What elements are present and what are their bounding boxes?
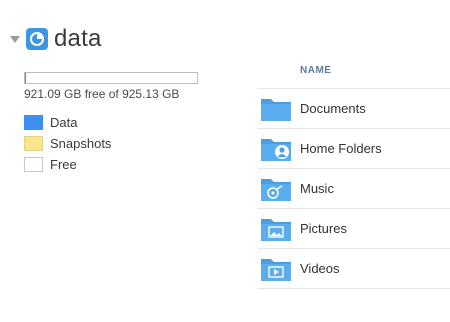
list-item-label: Pictures [300, 221, 347, 236]
music-folder-icon [261, 178, 291, 201]
legend-item-data: Data [24, 112, 111, 133]
capacity-fill-data [25, 73, 26, 83]
pictures-folder-icon [261, 218, 291, 241]
documents-folder-icon [261, 98, 291, 121]
legend-swatch-free [24, 157, 43, 172]
folder-list: NAME Documents Home Folders Music Pictur… [257, 60, 450, 289]
capacity-bar [24, 72, 198, 84]
videos-folder-icon [261, 258, 291, 281]
list-item-label: Home Folders [300, 141, 382, 156]
volume-panel: data 921.09 GB free of 925.13 GB Data Sn… [0, 0, 450, 322]
column-header-name[interactable]: NAME [257, 60, 450, 88]
list-item-videos[interactable]: Videos [257, 248, 450, 289]
list-item-label: Music [300, 181, 334, 196]
legend-label: Snapshots [50, 136, 112, 151]
list-item-documents[interactable]: Documents [257, 88, 450, 128]
legend-label: Data [50, 115, 78, 130]
capacity-text: 921.09 GB free of 925.13 GB [24, 87, 180, 101]
collapse-arrow-icon[interactable] [10, 35, 20, 43]
volume-pie-icon [26, 28, 48, 50]
list-item-label: Videos [300, 261, 340, 276]
capacity-legend: Data Snapshots Free [24, 112, 111, 175]
volume-title: data [54, 25, 102, 52]
volume-header: data [10, 26, 102, 52]
list-item-home-folders[interactable]: Home Folders [257, 128, 450, 168]
legend-item-snapshots: Snapshots [24, 133, 111, 154]
legend-swatch-snapshots [24, 136, 43, 151]
list-item-pictures[interactable]: Pictures [257, 208, 450, 248]
legend-label: Free [50, 157, 77, 172]
home-folders-icon [261, 138, 291, 161]
legend-swatch-data [24, 115, 43, 130]
list-item-music[interactable]: Music [257, 168, 450, 208]
list-item-label: Documents [300, 101, 366, 116]
legend-item-free: Free [24, 154, 111, 175]
